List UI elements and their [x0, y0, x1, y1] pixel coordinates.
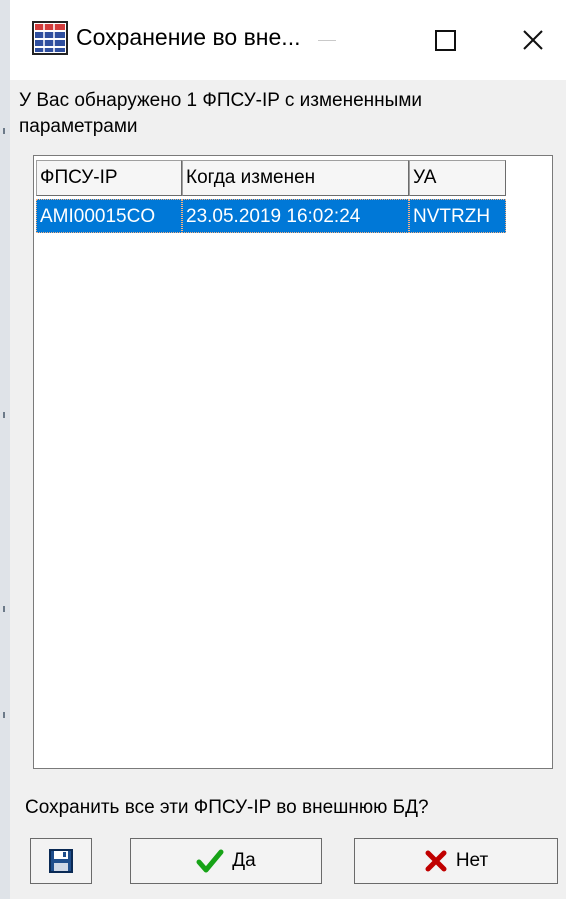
minimize-button[interactable]	[292, 12, 362, 68]
table-row[interactable]: AMI00015CO 23.05.2019 16:02:24 NVTRZH	[36, 199, 506, 233]
column-header-ua[interactable]: УА	[409, 160, 506, 196]
changed-devices-table[interactable]: ФПСУ-IP Когда изменен УА AMI00015CO 23.0…	[33, 155, 553, 769]
cell-device[interactable]: AMI00015CO	[36, 199, 182, 233]
close-icon	[523, 30, 543, 50]
save-dialog: Сохранение во вне... У Вас обнаружено 1 …	[10, 0, 566, 899]
title-bar: Сохранение во вне...	[10, 0, 566, 80]
confirm-question: Сохранить все эти ФПСУ-IP во внешнюю БД?	[25, 797, 429, 818]
info-message: У Вас обнаружено 1 ФПСУ-IP с измененными…	[19, 90, 422, 137]
column-header-device[interactable]: ФПСУ-IP	[36, 160, 182, 196]
maximize-button[interactable]	[410, 12, 480, 68]
column-header-changed-at[interactable]: Когда изменен	[182, 160, 409, 196]
checkmark-icon	[196, 849, 224, 873]
floppy-disk-icon	[49, 849, 73, 873]
cross-icon	[425, 850, 447, 872]
close-button[interactable]	[498, 12, 566, 68]
no-button-label: Нет	[455, 850, 489, 871]
cell-changed-at[interactable]: 23.05.2019 16:02:24	[182, 199, 409, 233]
cell-ua[interactable]: NVTRZH	[409, 199, 506, 233]
table-grid-icon	[32, 21, 68, 55]
yes-button[interactable]: Да	[130, 838, 322, 884]
yes-button-label: Да	[232, 850, 256, 871]
window-title: Сохранение во вне...	[76, 24, 301, 50]
no-button[interactable]: Нет	[354, 838, 558, 884]
minimize-icon	[318, 39, 336, 41]
maximize-icon	[434, 29, 456, 51]
save-to-file-button[interactable]	[30, 838, 92, 884]
